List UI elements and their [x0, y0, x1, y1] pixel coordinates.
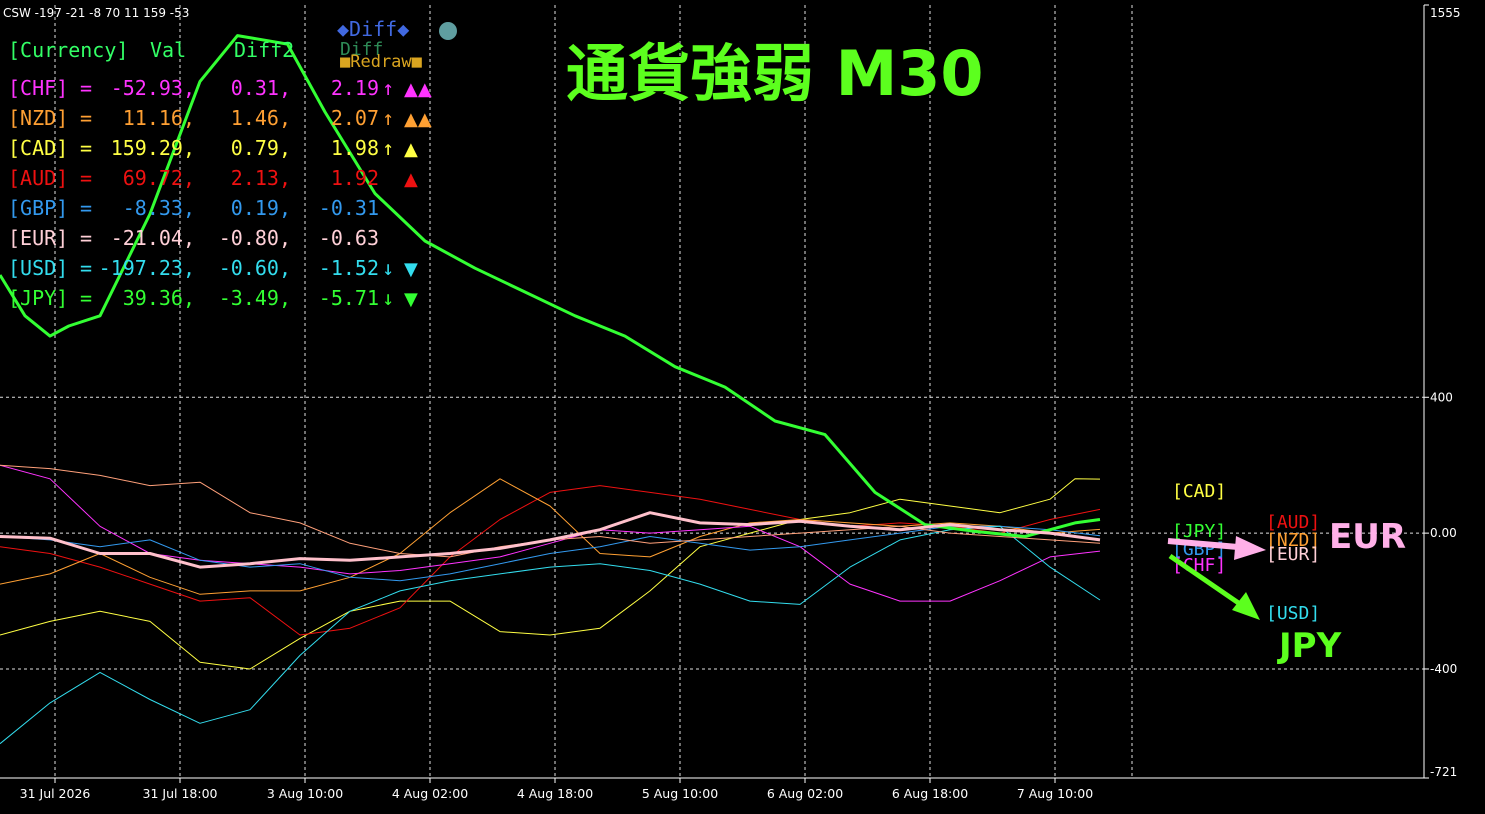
row-eq: = — [80, 166, 92, 190]
row-val: 159.29, — [111, 136, 195, 160]
row-eq: = — [80, 76, 92, 100]
eur-callout: EUR — [1329, 517, 1406, 557]
row-arrow-icon: ↑ — [382, 106, 394, 130]
table-header-currency: [Currency] — [8, 38, 128, 62]
row-diff2: 0.19, — [231, 196, 291, 220]
x-tick-label: 6 Aug 02:00 — [767, 786, 843, 801]
button-label-2: ■Redraw■ — [340, 52, 423, 72]
row-currency: [JPY] — [8, 286, 68, 310]
x-tick-label: 4 Aug 18:00 — [517, 786, 593, 801]
row-marks-icon: ▼ — [404, 289, 418, 310]
right-label: [CAD] — [1172, 481, 1226, 502]
row-eq: = — [80, 196, 92, 220]
row-diff2: 0.79, — [231, 136, 291, 160]
y-tick-label: 0.00 — [1430, 526, 1457, 540]
row-diff2: 1.46, — [231, 106, 291, 130]
row-currency: [CAD] — [8, 136, 68, 160]
x-tick-label: 5 Aug 10:00 — [642, 786, 718, 801]
y-tick-label: 400 — [1430, 390, 1453, 404]
x-tick-label: 4 Aug 02:00 — [392, 786, 468, 801]
chart-background — [0, 0, 1485, 810]
row-diff: 1.98 — [331, 136, 379, 160]
x-tick-label: 7 Aug 10:00 — [1017, 786, 1093, 801]
y-tick-label: 1555 — [1430, 6, 1461, 20]
y-tick-label: -721 — [1430, 765, 1457, 779]
window-title: CSW -197 -21 -8 70 11 159 -53 — [3, 6, 189, 20]
row-diff: 1.92 — [331, 166, 379, 190]
chart-heading: 通貨強弱 M30 — [566, 37, 984, 110]
row-val: -197.23, — [99, 256, 195, 280]
right-label: [EUR] — [1266, 544, 1320, 565]
row-diff: 2.07 — [331, 106, 379, 130]
chart-svg: 1555 400 0.00 -400 -721 31 Jul 2026 31 Jul 18:… — [0, 0, 1485, 810]
row-val: -52.93, — [111, 76, 195, 100]
row-marks-icon: ▲ — [404, 169, 418, 190]
table-header-val: Val — [150, 38, 186, 62]
table-header-diff2: Diff2 — [234, 38, 294, 62]
x-tick-label: 3 Aug 10:00 — [267, 786, 343, 801]
jpy-callout: JPY — [1277, 626, 1342, 666]
row-diff: -5.71 — [319, 286, 379, 310]
row-currency: [NZD] — [8, 106, 68, 130]
row-val: 39.36, — [123, 286, 195, 310]
right-label: [USD] — [1266, 603, 1320, 624]
row-diff: 2.19 — [331, 76, 379, 100]
x-tick-label: 6 Aug 18:00 — [892, 786, 968, 801]
row-arrow-icon: ↓ — [382, 256, 394, 280]
row-val: -21.04, — [111, 226, 195, 250]
row-currency: [AUD] — [8, 166, 68, 190]
row-diff2: -3.49, — [219, 286, 291, 310]
row-marks-icon: ▲ — [404, 139, 418, 160]
row-diff2: 2.13, — [231, 166, 291, 190]
row-currency: [EUR] — [8, 226, 68, 250]
row-currency: [GBP] — [8, 196, 68, 220]
row-diff: -0.31 — [319, 196, 379, 220]
row-val: 69.72, — [123, 166, 195, 190]
y-tick-label: -400 — [1430, 662, 1457, 676]
row-diff: -1.52 — [319, 256, 379, 280]
row-diff: -0.63 — [319, 226, 379, 250]
row-diff2: 0.31, — [231, 76, 291, 100]
row-marks-icon: ▲▲ — [404, 79, 432, 100]
row-val: 11.16, — [123, 106, 195, 130]
row-marks-icon: ▼ — [404, 259, 418, 280]
chart-container: 1555 400 0.00 -400 -721 31 Jul 2026 31 Jul 18:… — [0, 0, 1485, 810]
row-currency: [CHF] — [8, 76, 68, 100]
row-arrow-icon: ↑ — [382, 136, 394, 160]
row-eq: = — [80, 286, 92, 310]
row-eq: = — [80, 256, 92, 280]
status-dot-icon — [439, 22, 457, 40]
row-val: -8.33, — [123, 196, 195, 220]
row-diff2: -0.80, — [219, 226, 291, 250]
row-eq: = — [80, 226, 92, 250]
row-eq: = — [80, 136, 92, 160]
row-arrow-icon: ↓ — [382, 286, 394, 310]
x-tick-label: 31 Jul 2026 — [20, 786, 91, 801]
button-label-0: ◆Diff◆ — [337, 17, 409, 41]
row-arrow-icon: ↑ — [382, 76, 394, 100]
row-diff2: -0.60, — [219, 256, 291, 280]
row-eq: = — [80, 106, 92, 130]
x-tick-label: 31 Jul 18:00 — [143, 786, 218, 801]
row-currency: [USD] — [8, 256, 68, 280]
row-marks-icon: ▲▲ — [404, 109, 432, 130]
